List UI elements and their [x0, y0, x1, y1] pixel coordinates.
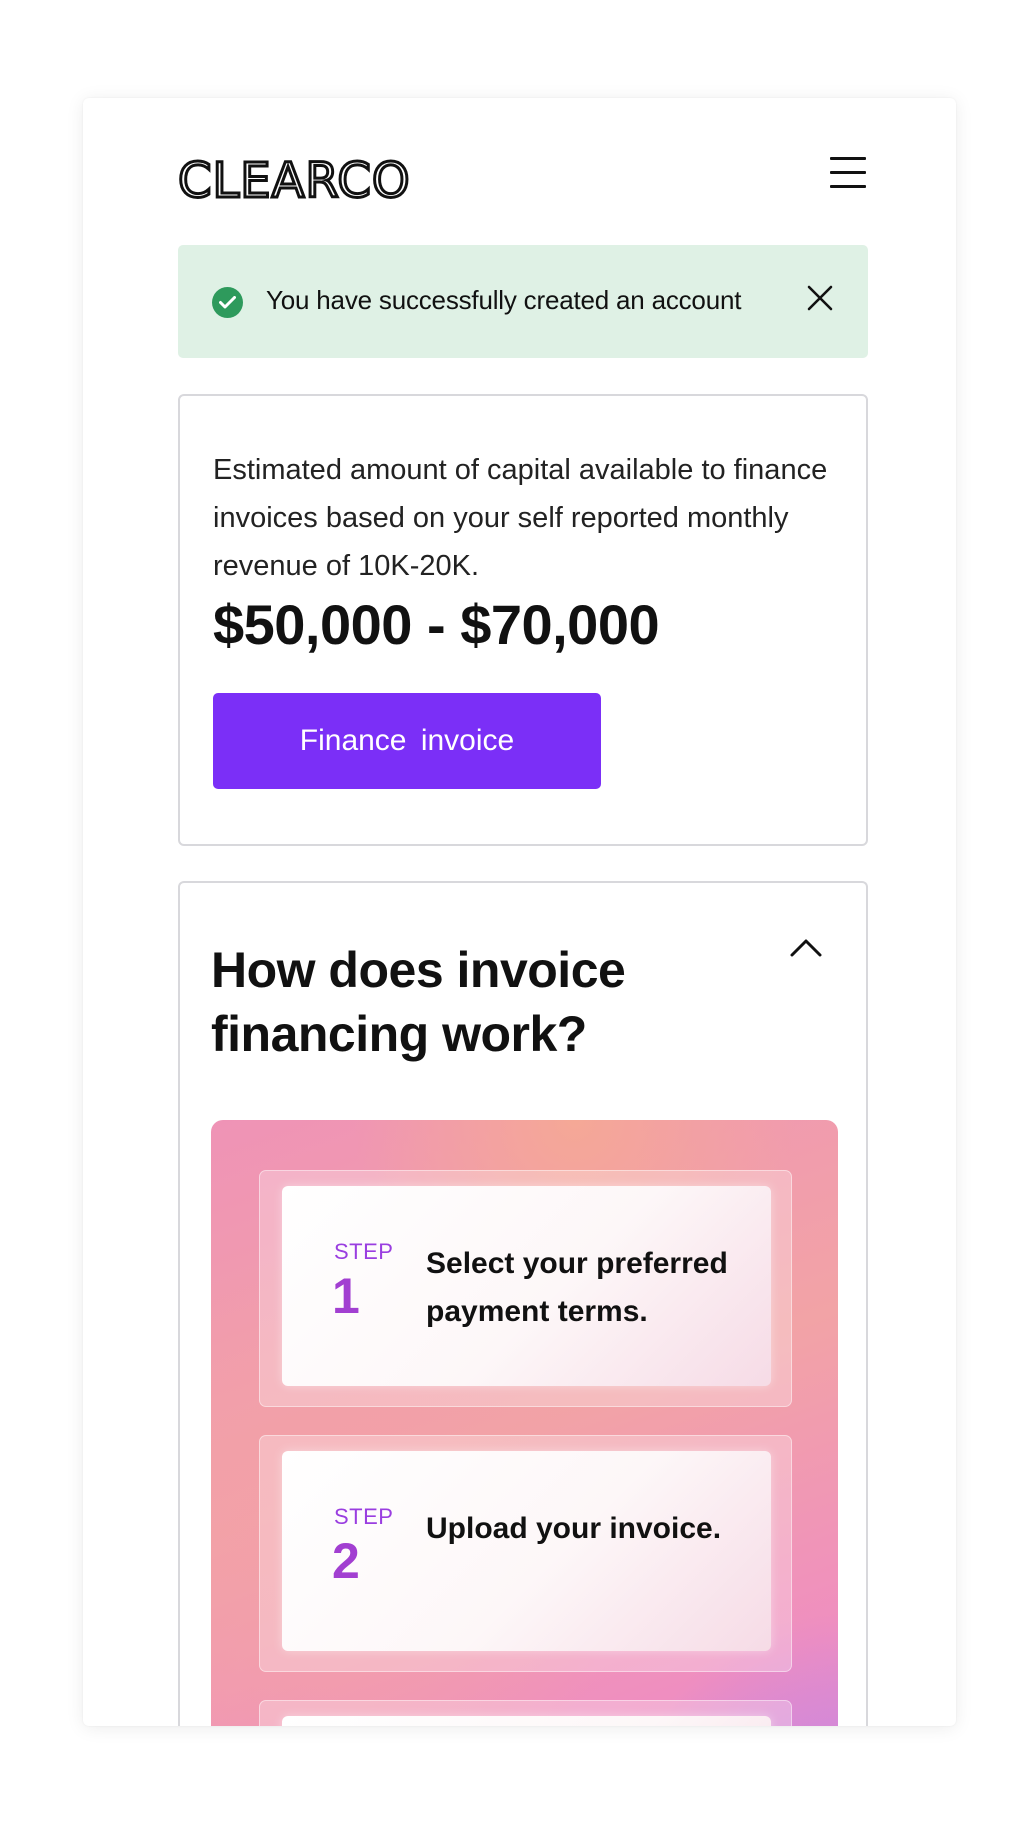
how-it-works-title: How does invoice financing work?: [211, 942, 626, 1062]
how-it-works-card: How does invoice financing work? STEP 1 …: [178, 881, 868, 1726]
step-text: Select your preferred payment terms.: [426, 1247, 728, 1328]
top-header: CLEARCO: [177, 152, 868, 213]
step-card-inner: [282, 1716, 771, 1726]
step-card: STEP 2 Upload your invoice.: [259, 1435, 792, 1672]
alert-message: You have successfully created an account: [266, 285, 742, 315]
step-number: 1: [332, 1268, 360, 1324]
estimate-description: Estimated amount of capital available to…: [213, 454, 828, 582]
steps-panel: STEP 1 Select your preferred payment ter…: [211, 1120, 838, 1726]
step-card-inner: STEP 1 Select your preferred payment ter…: [282, 1186, 771, 1386]
step-card: STEP 1 Select your preferred payment ter…: [259, 1170, 792, 1407]
finance-invoice-button[interactable]: Finance invoice: [213, 693, 601, 789]
step-label: STEP: [334, 1504, 394, 1529]
close-icon[interactable]: [804, 282, 836, 314]
chevron-up-icon[interactable]: [786, 933, 826, 963]
app-frame: CLEARCO You have successfully created an…: [83, 98, 956, 1726]
estimate-amount: $50,000 - $70,000: [213, 593, 660, 656]
step-card-inner: STEP 2 Upload your invoice.: [282, 1451, 771, 1651]
capital-estimate-card: Estimated amount of capital available to…: [178, 394, 868, 846]
clearco-logo[interactable]: CLEARCO: [177, 152, 412, 211]
hamburger-menu-icon[interactable]: [828, 155, 868, 191]
success-alert: You have successfully created an account: [178, 245, 868, 358]
step-card: [259, 1700, 792, 1726]
check-circle-icon: [212, 287, 243, 318]
step-number: 2: [332, 1533, 360, 1589]
step-label: STEP: [334, 1239, 394, 1264]
step-text: Upload your invoice.: [426, 1512, 722, 1545]
